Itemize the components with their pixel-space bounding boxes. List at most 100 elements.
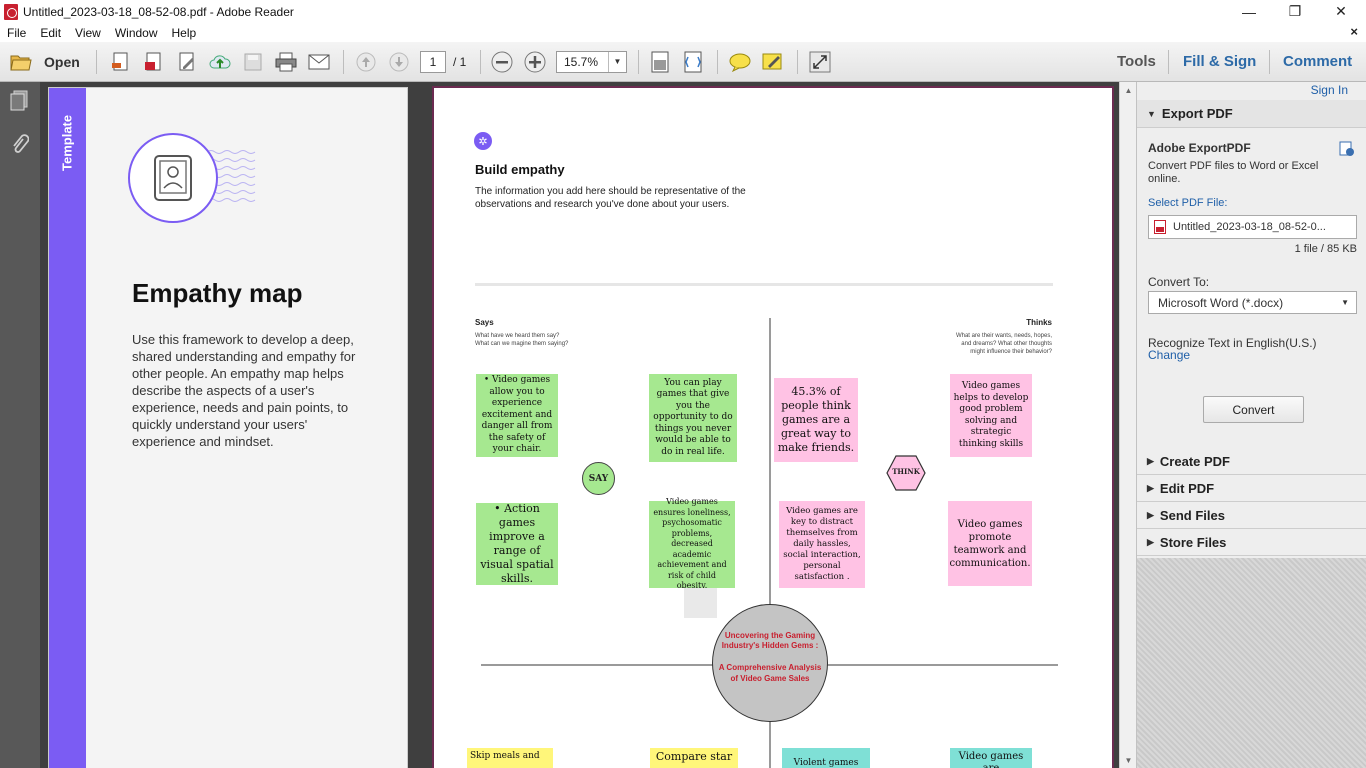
menu-view[interactable]: View bbox=[68, 26, 108, 40]
chevron-down-icon[interactable]: ▼ bbox=[608, 52, 626, 72]
highlight-icon[interactable] bbox=[762, 51, 784, 73]
toolbar-separator bbox=[96, 50, 97, 74]
scroll-up-icon[interactable]: ▲ bbox=[1120, 82, 1137, 98]
close-document-button[interactable]: × bbox=[1350, 24, 1358, 39]
divider bbox=[475, 283, 1053, 286]
open-folder-icon[interactable] bbox=[10, 51, 32, 73]
save-icon[interactable] bbox=[242, 51, 264, 73]
fit-page-icon[interactable] bbox=[649, 51, 671, 73]
export-pdf-section-header[interactable]: ▼ Export PDF bbox=[1137, 100, 1366, 128]
export-pdf-title: Export PDF bbox=[1161, 106, 1233, 121]
menu-bar: File Edit View Window Help × bbox=[0, 23, 1366, 42]
selected-file-name: Untitled_2023-03-18_08-52-0... bbox=[1173, 221, 1326, 233]
create-pdf-section-header[interactable]: ▶ Create PDF bbox=[1137, 449, 1366, 475]
sticky-note[interactable]: You can play games that give you the opp… bbox=[649, 374, 737, 462]
sticky-note[interactable]: Video games promote teamwork and communi… bbox=[948, 501, 1032, 586]
title-bar: Untitled_2023-03-18_08-52-08.pdf - Adobe… bbox=[0, 0, 1366, 23]
fit-width-icon[interactable] bbox=[682, 51, 704, 73]
chevron-right-icon: ▶ bbox=[1147, 483, 1154, 493]
attachments-icon[interactable] bbox=[9, 132, 30, 154]
close-window-button[interactable]: ✕ bbox=[1318, 0, 1364, 23]
export-settings-icon[interactable] bbox=[1338, 140, 1356, 158]
sign-in-link[interactable]: Sign In bbox=[1311, 83, 1348, 97]
says-description: What have we heard them say? What can we… bbox=[475, 333, 569, 347]
sticky-note[interactable]: Skip meals and bbox=[467, 748, 553, 768]
template-strip bbox=[49, 88, 86, 768]
maximize-button[interactable]: ❐ bbox=[1272, 0, 1318, 23]
toolbar-separator bbox=[717, 50, 718, 74]
toolbar-separator bbox=[797, 50, 798, 74]
sticky-note-icon[interactable] bbox=[729, 51, 751, 73]
menu-help[interactable]: Help bbox=[165, 26, 204, 40]
sticky-note[interactable]: Video games ensures loneliness, psychoso… bbox=[649, 497, 735, 590]
sticky-note[interactable]: 45.3% of people think games are a great … bbox=[774, 378, 858, 462]
change-language-link[interactable]: Change bbox=[1148, 348, 1190, 362]
toolbar-separator bbox=[480, 50, 481, 74]
zoom-in-icon[interactable] bbox=[524, 51, 546, 73]
template-label: Template bbox=[59, 114, 75, 172]
empathy-illustration-icon bbox=[128, 133, 256, 223]
section-label: Store Files bbox=[1159, 535, 1227, 550]
template-panel-page: Template Empathy map Use this framework … bbox=[48, 87, 408, 768]
minimize-button[interactable]: — bbox=[1226, 0, 1272, 23]
adobe-exportpdf-heading: Adobe ExportPDF bbox=[1148, 141, 1251, 155]
menu-file[interactable]: File bbox=[0, 26, 33, 40]
convert-button[interactable]: Convert bbox=[1203, 396, 1304, 423]
toolbar-separator bbox=[638, 50, 639, 74]
edit-pdf-section-header[interactable]: ▶ Edit PDF bbox=[1137, 476, 1366, 502]
sticky-note[interactable]: Video games are key to distract themselv… bbox=[779, 501, 865, 588]
document-scrollbar[interactable]: ▲ ▼ bbox=[1119, 82, 1136, 768]
document-view[interactable]: Template Empathy map Use this framework … bbox=[40, 82, 1136, 768]
toolbar: Open 1 / 1 15.7% ▼ Tools Fill & Sign Com… bbox=[0, 42, 1366, 82]
sticky-note[interactable]: Compare star bbox=[650, 748, 738, 768]
email-icon[interactable] bbox=[308, 51, 330, 73]
page-description: Use this framework to develop a deep, sh… bbox=[132, 332, 356, 449]
panel-empty-area bbox=[1137, 558, 1366, 768]
say-badge: SAY bbox=[582, 462, 615, 495]
scroll-down-icon[interactable]: ▼ bbox=[1120, 752, 1137, 768]
fill-sign-tab[interactable]: Fill & Sign bbox=[1183, 53, 1256, 70]
create-pdf-icon[interactable] bbox=[110, 51, 132, 73]
comment-tab[interactable]: Comment bbox=[1283, 53, 1352, 70]
convert-to-select[interactable]: Microsoft Word (*.docx) ▼ bbox=[1148, 291, 1357, 314]
print-icon[interactable] bbox=[275, 51, 297, 73]
previous-page-icon[interactable] bbox=[355, 51, 377, 73]
thinks-description: What are their wants, needs, hopes, and … bbox=[955, 333, 1052, 355]
edit-pdf-icon[interactable] bbox=[176, 51, 198, 73]
send-files-section-header[interactable]: ▶ Send Files bbox=[1137, 503, 1366, 529]
sticky-note[interactable]: • Action games improve a range of visual… bbox=[476, 502, 558, 585]
next-page-icon[interactable] bbox=[388, 51, 410, 73]
page-total: / 1 bbox=[453, 55, 467, 69]
zoom-level-select[interactable]: 15.7% ▼ bbox=[556, 51, 627, 73]
sticky-note[interactable]: • Video games allow you to experience ex… bbox=[476, 374, 558, 457]
window-title: Untitled_2023-03-18_08-52-08.pdf - Adobe… bbox=[23, 4, 294, 19]
upload-cloud-icon[interactable] bbox=[209, 51, 231, 73]
center-topic-title: Uncovering the Gaming Industry's Hidden … bbox=[721, 631, 819, 650]
zoom-out-icon[interactable] bbox=[491, 51, 513, 73]
think-badge-label: THINK bbox=[892, 467, 920, 476]
zoom-level-value: 15.7% bbox=[564, 55, 599, 69]
adobe-reader-icon bbox=[4, 3, 18, 20]
store-files-section-header[interactable]: ▶ Store Files bbox=[1137, 530, 1366, 556]
combine-files-icon[interactable] bbox=[143, 51, 165, 73]
placeholder-block bbox=[684, 588, 717, 618]
section-subtext: The information you add here should be r… bbox=[475, 186, 746, 210]
file-info: 1 file / 85 KB bbox=[1294, 243, 1357, 255]
sticky-note[interactable]: Video games helps to develop good proble… bbox=[950, 374, 1032, 457]
tools-side-panel: Sign In ▼ Export PDF Adobe ExportPDF Con… bbox=[1136, 82, 1366, 768]
menu-edit[interactable]: Edit bbox=[33, 26, 68, 40]
page-thumbnails-icon[interactable] bbox=[9, 90, 29, 112]
open-button-label[interactable]: Open bbox=[44, 54, 80, 70]
selected-file-field[interactable]: Untitled_2023-03-18_08-52-0... bbox=[1148, 215, 1357, 239]
full-screen-icon[interactable] bbox=[809, 51, 831, 73]
export-description: Convert PDF files to Word or Excel onlin… bbox=[1148, 160, 1319, 185]
menu-window[interactable]: Window bbox=[108, 26, 165, 40]
section-label: Send Files bbox=[1159, 508, 1225, 523]
sticky-note[interactable]: Violent games bbox=[782, 748, 870, 768]
chevron-right-icon: ▶ bbox=[1147, 537, 1154, 547]
thinks-label: Thinks bbox=[1026, 318, 1052, 327]
page-number-input[interactable]: 1 bbox=[420, 51, 446, 73]
navigation-pane bbox=[0, 82, 40, 768]
tools-tab[interactable]: Tools bbox=[1117, 53, 1156, 70]
sticky-note[interactable]: Video games are bbox=[950, 748, 1032, 768]
